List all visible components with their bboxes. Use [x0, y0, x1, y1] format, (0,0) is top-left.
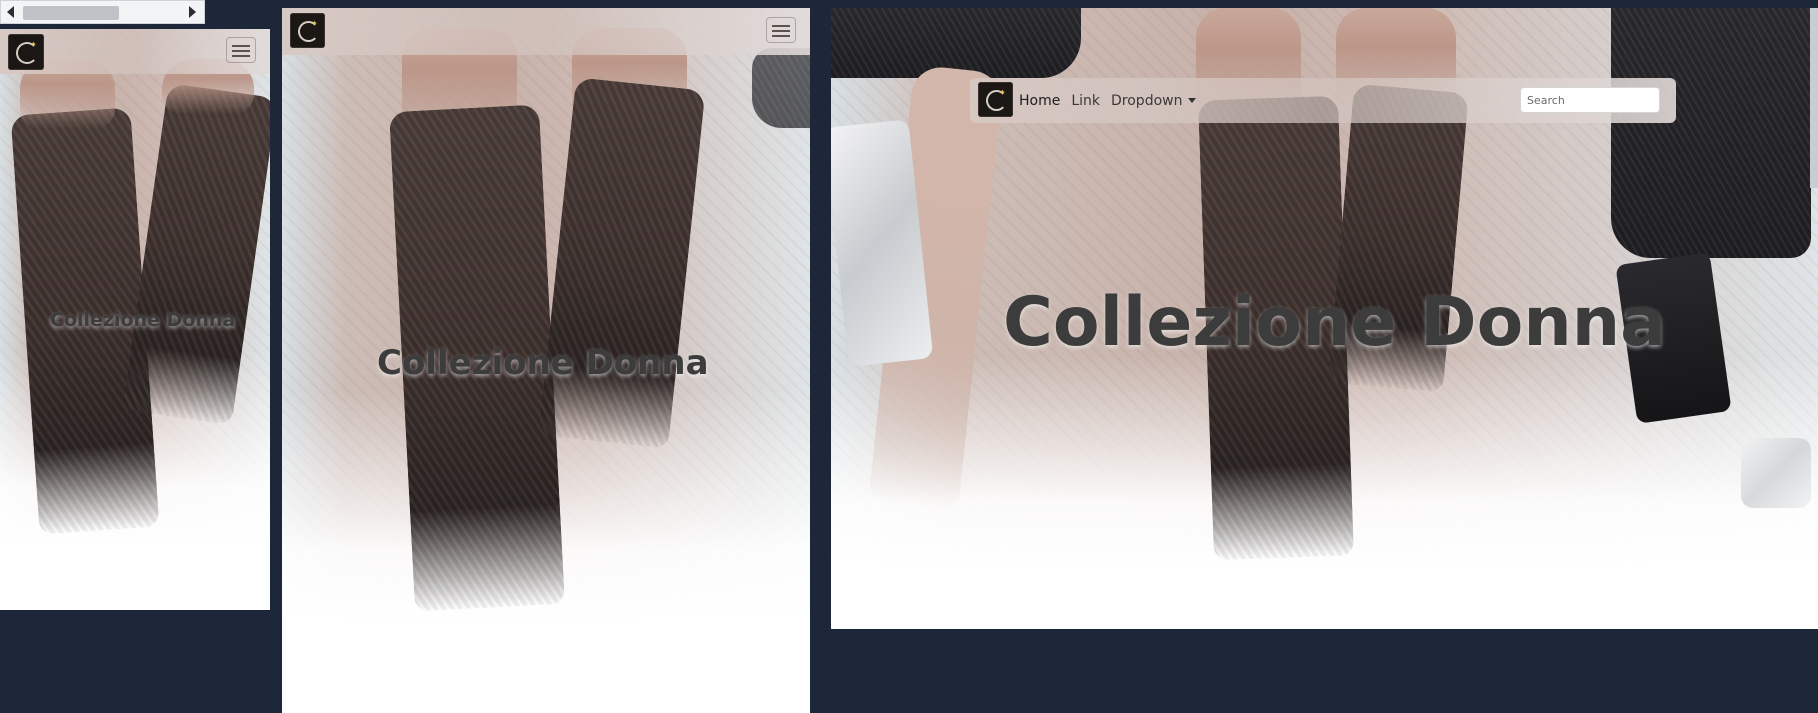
scroll-right-arrow-icon[interactable] — [189, 6, 196, 18]
hero-title: Collezione Donna — [377, 343, 709, 383]
nav-dropdown-label: Dropdown — [1111, 92, 1183, 109]
scrollbar-thumb[interactable] — [23, 6, 119, 20]
navbar: ✦ — [282, 8, 810, 55]
hero-image — [0, 29, 270, 549]
navbar: ✦ Home Link Dropdown — [970, 78, 1676, 123]
nav-link-home[interactable]: Home — [1019, 93, 1060, 109]
vertical-scrollbar[interactable] — [1810, 8, 1818, 188]
brand-logo-icon[interactable]: ✦ — [8, 34, 44, 70]
trousers — [1611, 8, 1811, 258]
caret-down-icon — [1188, 98, 1197, 103]
mobile-preview-frame: ✦ Collezione Donna — [0, 29, 270, 610]
shoe-heel — [1741, 438, 1811, 508]
nav-link-link[interactable]: Link — [1071, 93, 1100, 109]
hero-title: Collezione Donna — [50, 309, 236, 331]
brand-logo-icon[interactable]: ✦ — [978, 82, 1013, 117]
navbar: ✦ — [0, 29, 270, 74]
desktop-preview-frame: ✦ Home Link Dropdown Collezione Donna — [831, 8, 1818, 629]
brand-logo-icon[interactable]: ✦ — [290, 13, 325, 48]
boot-right — [122, 82, 270, 426]
hamburger-menu-icon[interactable] — [766, 17, 796, 43]
boot-right — [538, 77, 706, 449]
horizontal-scrollbar[interactable] — [0, 0, 205, 24]
hamburger-menu-icon[interactable] — [226, 37, 256, 63]
garment-corner — [752, 48, 810, 128]
nav-dropdown[interactable]: Dropdown — [1111, 92, 1197, 109]
scroll-left-arrow-icon[interactable] — [7, 6, 14, 18]
hero-image — [282, 8, 810, 623]
hero-title: Collezione Donna — [1003, 283, 1667, 362]
search-input[interactable] — [1520, 87, 1660, 113]
tablet-preview-frame: ✦ Collezione Donna — [282, 8, 810, 713]
skirt — [831, 8, 1081, 78]
